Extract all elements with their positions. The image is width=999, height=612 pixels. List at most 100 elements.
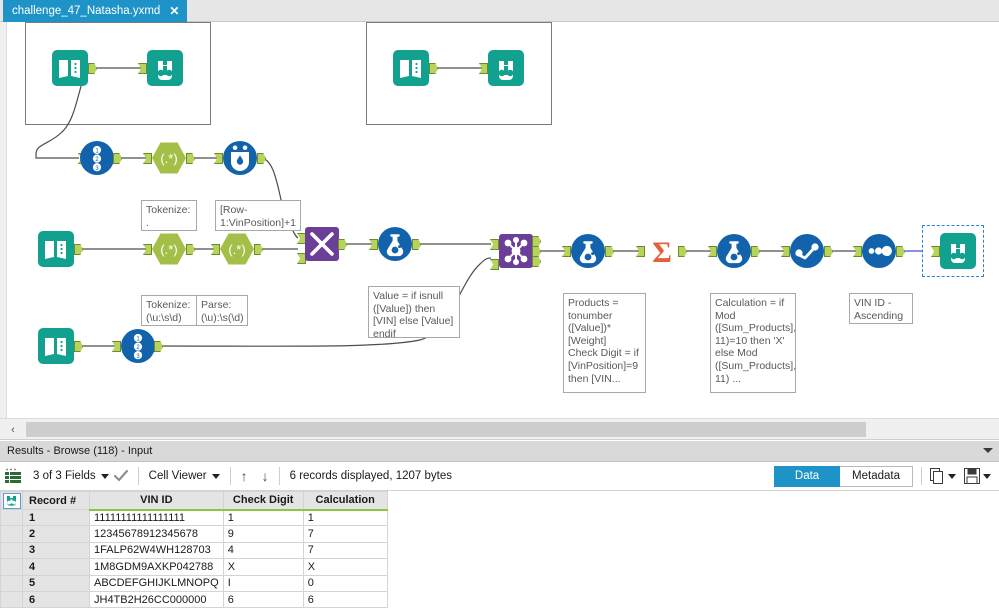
cell-vin-id[interactable]: ABCDEFGHIJKLMNOPQ: [89, 574, 224, 592]
cell-record[interactable]: 5: [22, 574, 90, 592]
anchor-out-formula-1[interactable]: [412, 239, 421, 250]
anchor-out-formula-2[interactable]: [605, 246, 614, 257]
cell-check-digit[interactable]: 6: [222, 590, 304, 609]
anchor-in-regex-3[interactable]: [211, 244, 220, 255]
table-row[interactable]: 2 12345678912345678 9 7: [0, 525, 388, 543]
anchor-out-multirow-1[interactable]: [257, 153, 266, 164]
cell-record[interactable]: 4: [22, 558, 90, 576]
anchor-out-record-id-2[interactable]: [154, 341, 163, 352]
anchor-out-select-1[interactable]: [896, 246, 905, 257]
tool-select-1[interactable]: [862, 234, 896, 268]
cell-vin-id[interactable]: JH4TB2H26CC000000: [89, 590, 224, 609]
tool-regex-3[interactable]: (.*): [220, 232, 254, 266]
anchor-in-join-right[interactable]: [490, 259, 499, 270]
tool-formula-2[interactable]: [571, 234, 605, 268]
scroll-down-button[interactable]: ↓: [255, 462, 276, 491]
anchor-in-select-1[interactable]: [853, 246, 862, 257]
table-row[interactable]: 6 JH4TB2H26CC000000 6 6: [0, 590, 388, 609]
tool-text-input-3[interactable]: [38, 231, 74, 267]
anchor-out-text-input-4[interactable]: [74, 341, 83, 352]
cell-viewer-selector[interactable]: Cell Viewer: [142, 462, 227, 491]
chevron-down-icon[interactable]: [983, 448, 993, 453]
canvas-horizontal-scrollbar[interactable]: ‹: [0, 418, 999, 440]
anchor-out-join-r[interactable]: [532, 256, 541, 267]
anchor-out-join-multiple-1[interactable]: [338, 239, 347, 250]
tool-record-id-1[interactable]: 1 2 3: [80, 141, 114, 175]
copy-button[interactable]: [930, 467, 956, 485]
anchor-out-join-j[interactable]: [532, 246, 541, 257]
close-icon[interactable]: ✕: [169, 5, 179, 17]
tool-join-1[interactable]: [499, 234, 533, 268]
cell-record[interactable]: 3: [22, 541, 90, 560]
tool-regex-1[interactable]: (.*): [152, 141, 186, 175]
cell-record[interactable]: 1: [22, 508, 90, 527]
cell-check-digit[interactable]: X: [222, 558, 304, 576]
tab-metadata[interactable]: Metadata: [840, 465, 913, 487]
chevron-down-icon[interactable]: [983, 473, 991, 479]
cell-vin-id[interactable]: 1M8GDM9AXKP042788: [89, 558, 224, 576]
anchor-out-record-id-1[interactable]: [113, 153, 122, 164]
chevron-down-icon[interactable]: [100, 473, 109, 479]
column-header-record[interactable]: Record #: [22, 491, 90, 510]
scroll-left-icon[interactable]: ‹: [0, 419, 26, 440]
workflow-tab[interactable]: challenge_47_Natasha.yxmd ✕: [3, 0, 188, 22]
anchor-in-regex-1[interactable]: [143, 153, 152, 164]
anchor-in-formula-3[interactable]: [708, 246, 717, 257]
anchor-in-regex-2[interactable]: [143, 244, 152, 255]
tool-formula-1[interactable]: [378, 227, 412, 261]
anchor-in-join-left[interactable]: [490, 239, 499, 250]
tool-text-input-1[interactable]: [52, 50, 88, 86]
tool-record-id-2[interactable]: 1 2 3: [121, 329, 155, 363]
tool-multi-row-formula-1[interactable]: [223, 141, 257, 175]
anchor-out-text-input-3[interactable]: [74, 244, 83, 255]
tool-join-multiple-1[interactable]: [305, 227, 339, 261]
tool-browse-3[interactable]: [940, 233, 976, 269]
cell-check-digit[interactable]: 9: [222, 525, 304, 543]
tool-sort-1[interactable]: [790, 234, 824, 268]
column-header-check-digit[interactable]: Check Digit: [222, 491, 304, 511]
anchor-in-formula-2[interactable]: [562, 246, 571, 257]
cell-check-digit[interactable]: 1: [222, 508, 304, 527]
cell-calculation[interactable]: 7: [302, 525, 388, 543]
cell-vin-id[interactable]: 11111111111111111: [89, 508, 224, 527]
tool-browse-1[interactable]: [147, 50, 183, 86]
column-header-vin-id[interactable]: VIN ID: [89, 491, 224, 511]
chevron-down-icon[interactable]: [211, 473, 220, 479]
column-header-calculation[interactable]: Calculation: [302, 491, 388, 511]
cell-vin-id[interactable]: 12345678912345678: [89, 525, 224, 543]
browse-column-header[interactable]: [0, 491, 23, 510]
cell-check-digit[interactable]: I: [222, 574, 304, 592]
tool-summarize-1[interactable]: Σ: [645, 234, 679, 268]
workflow-canvas[interactable]: 1 2 3 (.*) Tokenize: . [Row- 1:VinPositi…: [0, 22, 999, 418]
chevron-down-icon[interactable]: [948, 473, 956, 479]
table-row[interactable]: 1 11111111111111111 1 1: [0, 508, 388, 527]
anchor-in-record-id-2[interactable]: [112, 341, 121, 352]
tool-formula-3[interactable]: [717, 234, 751, 268]
cell-record[interactable]: 2: [22, 525, 90, 543]
save-button[interactable]: [964, 468, 991, 484]
browse-icon[interactable]: [2, 492, 21, 509]
cell-calculation[interactable]: 7: [302, 541, 388, 560]
cell-calculation[interactable]: 0: [302, 574, 388, 592]
anchor-out-sort-1[interactable]: [824, 246, 833, 257]
cell-vin-id[interactable]: 1FALP62W4WH128703: [89, 541, 224, 560]
anchor-in-summarize-1[interactable]: [636, 246, 645, 257]
anchor-in-multirow-1[interactable]: [214, 153, 223, 164]
anchor-out-join-l[interactable]: [532, 236, 541, 247]
fields-selector[interactable]: 3 of 3 Fields: [26, 462, 135, 491]
anchor-out-summarize-1[interactable]: [678, 246, 687, 257]
anchor-in-formula-1[interactable]: [369, 239, 378, 250]
anchor-out-regex-1[interactable]: [186, 153, 195, 164]
scrollbar-thumb[interactable]: [26, 422, 866, 437]
scroll-up-button[interactable]: ↑: [234, 462, 255, 491]
results-data-grid[interactable]: Record # VIN ID Check Digit Calculation …: [0, 491, 999, 612]
tool-text-input-4[interactable]: [38, 328, 74, 364]
anchor-out-regex-2[interactable]: [186, 244, 195, 255]
tool-text-input-2[interactable]: [393, 50, 429, 86]
grid-view-icon[interactable]: [0, 462, 26, 491]
tool-browse-2[interactable]: [488, 50, 524, 86]
check-icon[interactable]: [113, 470, 128, 482]
table-row[interactable]: 3 1FALP62W4WH128703 4 7: [0, 541, 388, 560]
table-row[interactable]: 5 ABCDEFGHIJKLMNOPQ I 0: [0, 574, 388, 592]
cell-calculation[interactable]: 1: [302, 508, 388, 527]
